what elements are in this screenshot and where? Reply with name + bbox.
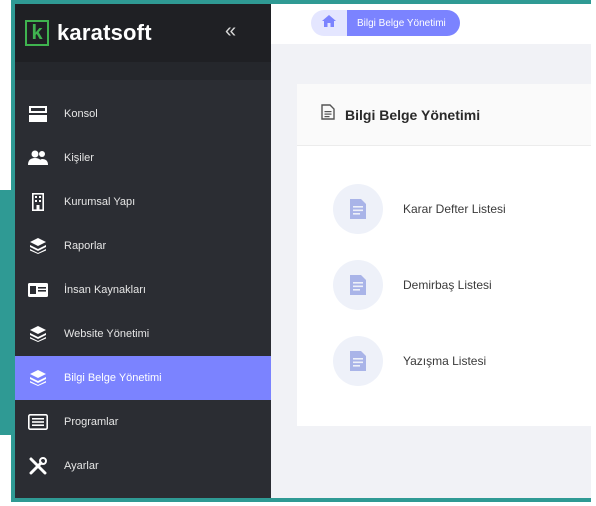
sidebar-item-kisiler[interactable]: Kişiler bbox=[15, 136, 271, 180]
brand-name[interactable]: karatsoft bbox=[57, 20, 152, 46]
document-icon bbox=[333, 260, 383, 310]
sidebar-item-label: Ayarlar bbox=[64, 460, 99, 472]
list-item-label: Karar Defter Listesi bbox=[403, 202, 506, 216]
document-icon bbox=[321, 104, 335, 125]
list-item-demirbas[interactable]: Demirbaş Listesi bbox=[333, 260, 506, 310]
sidebar-item-label: İnsan Kaynakları bbox=[64, 284, 146, 296]
sidebar-item-website-yonetimi[interactable]: Website Yönetimi bbox=[15, 312, 271, 356]
layers-icon bbox=[27, 369, 49, 387]
breadcrumb-home[interactable] bbox=[311, 10, 347, 36]
people-icon bbox=[27, 149, 49, 167]
collapse-sidebar-button[interactable]: « bbox=[225, 20, 236, 43]
sidebar: k karatsoft « Konsol Kişiler Kurumsal Ya… bbox=[15, 4, 271, 498]
sidebar-item-programlar[interactable]: Programlar bbox=[15, 400, 271, 444]
document-icon bbox=[333, 184, 383, 234]
list-item-label: Demirbaş Listesi bbox=[403, 278, 492, 292]
list-item-yazisma[interactable]: Yazışma Listesi bbox=[333, 336, 506, 386]
card-header: Bilgi Belge Yönetimi bbox=[297, 84, 591, 146]
sidebar-band bbox=[15, 62, 271, 80]
sidebar-item-kurumsal-yapi[interactable]: Kurumsal Yapı bbox=[15, 180, 271, 224]
sidebar-item-label: Website Yönetimi bbox=[64, 328, 150, 340]
card-title: Bilgi Belge Yönetimi bbox=[345, 106, 481, 123]
breadcrumb-current[interactable]: Bilgi Belge Yönetimi bbox=[341, 10, 460, 36]
main-content: Bilgi Belge Yönetimi Bilgi Belge Yönetim… bbox=[271, 4, 591, 498]
sidebar-item-bilgi-belge-yonetimi[interactable]: Bilgi Belge Yönetimi bbox=[15, 356, 271, 400]
list-item-karar-defter[interactable]: Karar Defter Listesi bbox=[333, 184, 506, 234]
sidebar-item-label: Bilgi Belge Yönetimi bbox=[64, 372, 162, 384]
building-icon bbox=[27, 193, 49, 211]
id-card-icon bbox=[27, 281, 49, 299]
layers-icon bbox=[27, 325, 49, 343]
tools-icon bbox=[27, 457, 49, 475]
sidebar-item-label: Programlar bbox=[64, 416, 119, 428]
sidebar-item-raporlar[interactable]: Raporlar bbox=[15, 224, 271, 268]
document-icon bbox=[333, 336, 383, 386]
sidebar-header: k karatsoft « bbox=[15, 4, 271, 62]
sidebar-item-label: Kurumsal Yapı bbox=[64, 196, 136, 208]
breadcrumb: Bilgi Belge Yönetimi bbox=[311, 8, 460, 38]
console-icon bbox=[27, 105, 49, 123]
top-bar: Bilgi Belge Yönetimi bbox=[271, 4, 591, 44]
document-list: Karar Defter Listesi Demirbaş Listesi Ya… bbox=[333, 184, 506, 412]
sidebar-item-label: Konsol bbox=[64, 108, 98, 120]
sidebar-item-konsol[interactable]: Konsol bbox=[15, 92, 271, 136]
sidebar-menu: Konsol Kişiler Kurumsal Yapı Raporlar İn… bbox=[15, 92, 271, 488]
brand-logo[interactable]: k bbox=[25, 20, 49, 46]
sidebar-item-label: Raporlar bbox=[64, 240, 107, 252]
sidebar-item-ayarlar[interactable]: Ayarlar bbox=[15, 444, 271, 488]
app-frame: k karatsoft « Konsol Kişiler Kurumsal Ya… bbox=[0, 0, 596, 506]
sidebar-item-insan-kaynaklari[interactable]: İnsan Kaynakları bbox=[15, 268, 271, 312]
list-icon bbox=[27, 413, 49, 431]
layers-icon bbox=[27, 237, 49, 255]
document-management-card: Bilgi Belge Yönetimi Karar Defter Listes… bbox=[297, 84, 591, 426]
home-icon bbox=[322, 14, 336, 32]
list-item-label: Yazışma Listesi bbox=[403, 354, 487, 368]
sidebar-item-label: Kişiler bbox=[64, 152, 94, 164]
